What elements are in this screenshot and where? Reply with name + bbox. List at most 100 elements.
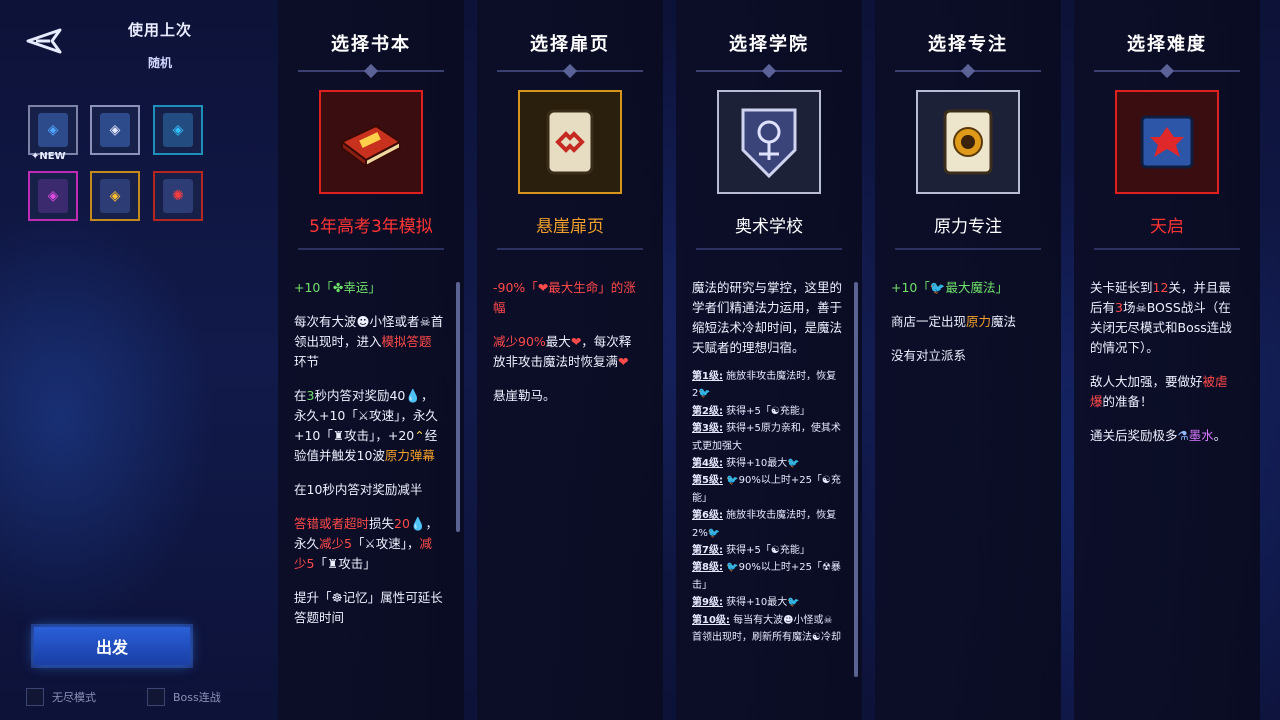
divider xyxy=(497,248,643,250)
boss-rush-label: Boss连战 xyxy=(173,691,221,704)
academy-level-item: 第3级: 获得+5原力亲和，使其术式更加强大 xyxy=(692,420,842,455)
book-slot-icon: ✺ xyxy=(163,179,193,213)
minion-icon: ☻ xyxy=(356,314,370,329)
divider-ornament xyxy=(562,63,578,79)
mana-drop-icon: 💧 xyxy=(409,516,426,531)
academy-level-item: 第8级: 🐦90%以上时+25「☢暴击」 xyxy=(692,559,842,594)
attack-speed-icon: ⚔ xyxy=(357,408,370,423)
attack-speed-icon: ⚔ xyxy=(364,536,376,551)
academy-column: 选择学院 奥术学校 魔法的研究与掌控，这里的学者们精通法力运用，善于缩短法术冷却… xyxy=(676,0,862,720)
level-text: 获得+5「☯充能」 xyxy=(726,405,810,417)
divider-ornament xyxy=(960,63,976,79)
focus-column-heading: 选择专注 xyxy=(928,34,1008,55)
heart-icon: ❤ xyxy=(570,334,582,349)
exp-icon: ⌃ xyxy=(414,428,425,443)
preset-slot-2[interactable]: ◈ xyxy=(90,105,140,155)
level-label: 第6级: xyxy=(692,510,723,522)
level-label: 第2级: xyxy=(692,405,723,417)
preset-slot-3[interactable]: ◈ xyxy=(153,105,203,155)
page-card[interactable] xyxy=(518,90,622,194)
academy-level-item: 第2级: 获得+5「☯充能」 xyxy=(692,403,842,420)
new-badge: ✦NEW xyxy=(31,151,66,162)
difficulty-card[interactable] xyxy=(1115,90,1219,194)
academy-column-heading: 选择学院 xyxy=(729,34,809,55)
book-column-heading: 选择书本 xyxy=(331,34,411,55)
page-column-heading: 选择扉页 xyxy=(530,34,610,55)
book-name: 5年高考3年模拟 xyxy=(309,217,433,237)
book-icon xyxy=(340,124,402,168)
endless-mode-checkbox[interactable] xyxy=(26,688,44,706)
difficulty-column-heading: 选择难度 xyxy=(1127,34,1207,55)
academy-level-item: 第7级: 获得+5「☯充能」 xyxy=(692,542,842,559)
random-preset-label[interactable]: 随机 xyxy=(100,54,220,71)
book-slot-icon: ◈ xyxy=(163,113,193,147)
focus-page-icon xyxy=(943,109,993,175)
preset-slot-4[interactable]: ◈ xyxy=(28,171,78,221)
academy-description: 魔法的研究与掌控，这里的学者们精通法力运用，善于缩短法术冷却时间，是魔法天赋者的… xyxy=(692,278,842,647)
apocalypse-banner-icon xyxy=(1140,115,1194,169)
focus-description: +10「🐦最大魔法」 商店一定出现原力魔法 没有对立派系 xyxy=(891,280,1017,363)
book-slot-icon: ◈ xyxy=(100,179,130,213)
mana-bird-icon: 🐦 xyxy=(929,280,946,295)
book-description: +10「✤幸运」 每次有大波☻小怪或者☠首领出现时，进入模拟答题环节 在3秒内答… xyxy=(294,280,444,625)
endless-mode-label: 无尽模式 xyxy=(52,691,96,704)
preset-slot-6[interactable]: ✺ xyxy=(153,171,203,221)
divider xyxy=(696,248,842,250)
level-label: 第3级: xyxy=(692,423,723,435)
divider xyxy=(298,248,444,250)
academy-name: 奥术学校 xyxy=(735,217,803,237)
scroll-page-icon xyxy=(546,109,594,175)
mana-drop-icon: 💧 xyxy=(405,388,421,403)
divider-ornament xyxy=(761,63,777,79)
level-text: 获得+5「☯充能」 xyxy=(726,545,810,557)
academy-level-list: 第1级: 施放非攻击魔法时，恢复2🐦 第2级: 获得+5「☯充能」 第3级: 获得+… xyxy=(692,368,842,647)
page-column: 选择扉页 悬崖扉页 -90%「❤最大生命」的涨幅 减少90%最大❤，每次释放非攻… xyxy=(477,0,663,720)
difficulty-name: 天启 xyxy=(1150,217,1184,237)
level-label: 第9级: xyxy=(692,597,723,609)
level-label: 第7级: xyxy=(692,545,723,557)
luck-icon: ✤ xyxy=(332,280,344,295)
heart-icon: ❤ xyxy=(537,280,549,295)
level-label: 第5级: xyxy=(692,475,723,487)
scrollbar[interactable] xyxy=(456,282,460,532)
focus-name: 原力专注 xyxy=(934,217,1002,237)
boss-rush-checkbox[interactable] xyxy=(147,688,165,706)
focus-column: 选择专注 原力专注 +10「🐦最大魔法」 商店一定出现原力魔法 没有对立派系 xyxy=(875,0,1061,720)
back-button[interactable] xyxy=(26,28,62,54)
use-last-preset-label[interactable]: 使用上次 xyxy=(100,19,220,40)
level-text: 获得+10最大🐦 xyxy=(726,597,800,609)
divider-ornament xyxy=(1159,63,1175,79)
scrollbar[interactable] xyxy=(854,282,858,677)
page-description: -90%「❤最大生命」的涨幅 减少90%最大❤，每次释放非攻击魔法时恢复满❤ 悬… xyxy=(493,280,636,403)
academy-level-item: 第10级: 每当有大波☻小怪或☠首领出现时，刷新所有魔法☯冷却 xyxy=(692,612,842,647)
academy-card[interactable] xyxy=(717,90,821,194)
academy-level-item: 第6级: 施放非攻击魔法时，恢复2%🐦 xyxy=(692,507,842,542)
boss-rush-toggle[interactable]: Boss连战 xyxy=(147,688,221,706)
level-label: 第4级: xyxy=(692,458,723,470)
level-text: 获得+10最大🐦 xyxy=(726,458,800,470)
divider xyxy=(895,248,1041,250)
divider-ornament xyxy=(363,63,379,79)
academy-level-item: 第5级: 🐦90%以上时+25「☯充能」 xyxy=(692,472,842,507)
depart-button[interactable]: 出发 xyxy=(34,627,190,665)
focus-card[interactable] xyxy=(916,90,1020,194)
preset-slot-5[interactable]: ◈ xyxy=(90,171,140,221)
attack-icon: ♜ xyxy=(332,428,345,443)
preset-slot-1[interactable]: ◈ xyxy=(28,105,78,155)
academy-level-item: 第1级: 施放非攻击魔法时，恢复2🐦 xyxy=(692,368,842,403)
book-card[interactable] xyxy=(319,90,423,194)
academy-level-item: 第4级: 获得+10最大🐦 xyxy=(692,455,842,472)
boss-icon: ☠ xyxy=(1135,300,1147,315)
level-label: 第8级: xyxy=(692,562,723,574)
heart-icon: ❤ xyxy=(618,354,629,369)
ink-bottle-icon: ⚗ xyxy=(1177,428,1189,443)
page-name: 悬崖扉页 xyxy=(536,217,604,237)
difficulty-column: 选择难度 天启 关卡延长到12关，并且最后有3场☠BOSS战斗（在关闭无尽模式和… xyxy=(1074,0,1260,720)
boss-icon: ☠ xyxy=(419,314,431,329)
endless-mode-toggle[interactable]: 无尽模式 xyxy=(26,688,96,706)
level-label: 第10级: xyxy=(692,614,730,626)
book-slot-icon: ◈ xyxy=(100,113,130,147)
difficulty-description: 关卡延长到12关，并且最后有3场☠BOSS战斗（在关闭无尽模式和Boss连战的情… xyxy=(1090,280,1232,443)
memory-icon: ☸ xyxy=(331,590,343,605)
academy-level-item: 第9级: 获得+10最大🐦 xyxy=(692,594,842,611)
